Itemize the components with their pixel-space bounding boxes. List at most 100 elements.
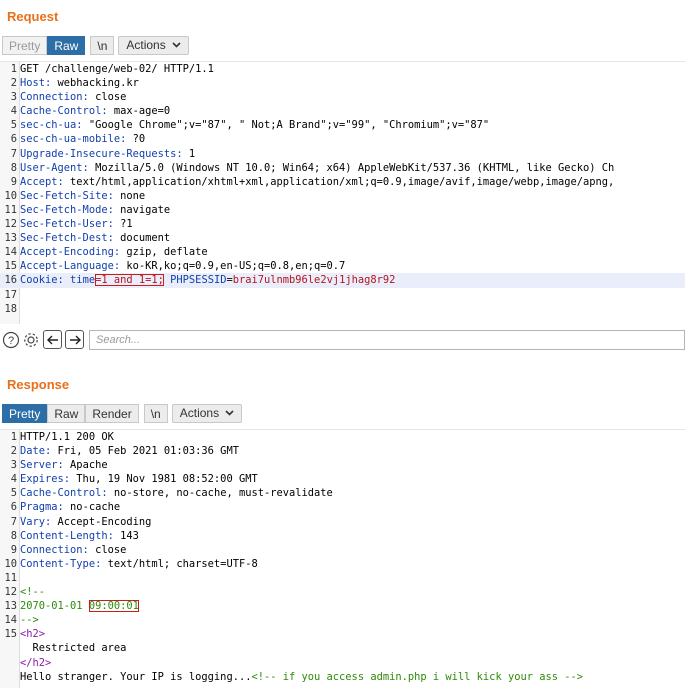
chevron-down-icon (172, 36, 181, 55)
code-token: text/html,application/xhtml+xml,applicat… (63, 175, 615, 188)
code-line[interactable]: 6 Pragma: no-cache (0, 500, 685, 514)
response-pretty-tab[interactable]: Pretty (2, 404, 48, 423)
line-number: 8 (10, 161, 17, 174)
code-token: <h2> (20, 628, 46, 641)
code-line[interactable]: 9 Accept: text/html,application/xhtml+xml… (0, 175, 685, 189)
code-line[interactable]: 8 User-Agent: Mozilla/5.0 (Windows NT 10.… (0, 161, 685, 175)
code-token: webhacking.kr (51, 77, 139, 90)
code-line[interactable]: Hello stranger. Your IP is logging...<!-… (0, 670, 685, 684)
code-line[interactable]: 9 Connection: close (0, 543, 685, 557)
code-token: Cache-Control: (20, 487, 108, 500)
code-token: Mozilla/5.0 (Windows NT 10.0; Win64; x64… (88, 161, 615, 174)
code-line[interactable]: </h2> (0, 656, 685, 670)
line-number: 16 (4, 274, 17, 287)
next-arrow-icon[interactable] (65, 330, 84, 349)
request-pretty-tab[interactable]: Pretty (2, 36, 48, 55)
code-line[interactable]: 11 (0, 571, 685, 585)
code-token: close (88, 543, 127, 556)
code-token: close (88, 91, 127, 104)
code-line[interactable]: 6 sec-ch-ua-mobile: ?0 (0, 132, 685, 146)
code-line[interactable]: 12 Sec-Fetch-User: ?1 (0, 217, 685, 231)
code-line[interactable]: 2 Date: Fri, 05 Feb 2021 01:03:36 GMT (0, 444, 685, 458)
code-line[interactable]: 5 Cache-Control: no-store, no-cache, must… (0, 486, 685, 500)
line-number: 13 (4, 232, 17, 245)
highlighted-token: =1 and 1=1; (95, 274, 164, 287)
code-line[interactable]: 14 Accept-Encoding: gzip, deflate (0, 245, 685, 259)
response-actions-button[interactable]: Actions (171, 404, 243, 423)
code-line[interactable]: 3 Connection: close (0, 90, 685, 104)
previous-arrow-icon[interactable] (43, 330, 62, 349)
line-number: 10 (4, 557, 17, 570)
line-number: 17 (4, 288, 17, 301)
line-number: 9 (10, 543, 17, 556)
code-token: Fri, 05 Feb 2021 01:03:36 GMT (51, 445, 239, 458)
code-token: ?1 (113, 218, 133, 231)
svg-text:?: ? (7, 335, 13, 347)
code-token: Apache (63, 459, 108, 472)
code-line[interactable]: 18 (0, 302, 685, 316)
code-token: time (63, 274, 96, 287)
code-token: Restricted area (20, 642, 127, 655)
request-newline-toggle[interactable]: \n (90, 36, 115, 55)
code-line[interactable]: 1 GET /challenge/web-02/ HTTP/1.1 (0, 62, 685, 76)
code-token: document (113, 232, 171, 245)
code-line[interactable]: 8 Content-Length: 143 (0, 529, 685, 543)
code-line[interactable]: 13 2070-01-01 09:00:01 (0, 599, 685, 613)
code-token: --> (20, 614, 39, 627)
line-number: 1 (10, 63, 17, 75)
code-line[interactable]: 16 Cookie: time=1 and 1=1; PHPSESSID=brai… (0, 273, 685, 288)
code-line[interactable]: 7 Upgrade-Insecure-Requests: 1 (0, 147, 685, 161)
code-line[interactable]: 11 Sec-Fetch-Mode: navigate (0, 203, 685, 217)
line-number: 15 (4, 260, 17, 273)
code-line[interactable]: 14 --> (0, 613, 685, 627)
response-editor[interactable]: 1 HTTP/1.1 200 OK 2 Date: Fri, 05 Feb 2021 … (0, 429, 685, 688)
code-line[interactable]: 15 <h2> (0, 627, 685, 641)
code-token: sec-ch-ua-mobile: (20, 133, 127, 146)
help-icon[interactable]: ? (1, 330, 20, 349)
code-line[interactable]: 4 Expires: Thu, 19 Nov 1981 08:52:00 GMT (0, 472, 685, 486)
code-token: Connection: (20, 543, 89, 556)
code-token: Vary: (20, 515, 52, 528)
code-line[interactable]: 3 Server: Apache (0, 458, 685, 472)
code-token: Thu, 19 Nov 1981 08:52:00 GMT (70, 473, 258, 486)
code-token: ko-KR,ko;q=0.9,en-US;q=0.8,en;q=0.7 (120, 260, 346, 273)
line-number: 7 (10, 515, 17, 528)
code-token: sec-ch-ua: (20, 119, 83, 132)
code-line[interactable]: 1 HTTP/1.1 200 OK (0, 430, 685, 444)
request-editor[interactable]: 1 GET /challenge/web-02/ HTTP/1.1 2 Host: w… (0, 61, 685, 324)
code-line[interactable]: 15 Accept-Language: ko-KR,ko;q=0.9,en-US;… (0, 259, 685, 273)
code-line[interactable]: Restricted area (0, 641, 685, 655)
code-token: <!-- if you access admin.php i will kick… (251, 670, 584, 683)
line-number: 4 (10, 105, 17, 118)
response-raw-tab[interactable]: Raw (47, 404, 86, 423)
code-line[interactable]: 7 Vary: Accept-Encoding (0, 515, 685, 529)
code-line[interactable]: 10 Content-Type: text/html; charset=UTF-8 (0, 557, 685, 571)
code-token: Accept-Encoding: (20, 246, 121, 259)
code-token: Content-Length: (20, 529, 114, 542)
code-token: max-age=0 (107, 105, 171, 118)
request-search-bar: ? (0, 327, 685, 352)
code-line[interactable]: 17 (0, 288, 685, 302)
request-raw-tab[interactable]: Raw (47, 36, 86, 55)
code-line[interactable]: 10 Sec-Fetch-Site: none (0, 189, 685, 203)
gear-icon[interactable] (21, 330, 40, 349)
code-token: Sec-Fetch-User: (20, 218, 114, 231)
response-newline-toggle[interactable]: \n (143, 404, 168, 423)
code-token: </h2> (20, 656, 52, 669)
request-title: Request (7, 9, 59, 24)
code-token: navigate (113, 203, 171, 216)
response-render-tab[interactable]: Render (85, 404, 139, 423)
line-number: 12 (4, 586, 17, 599)
code-line[interactable]: 5 sec-ch-ua: "Google Chrome";v="87", " No… (0, 118, 685, 132)
request-actions-label: Actions (126, 38, 166, 52)
code-line[interactable]: 2 Host: webhacking.kr (0, 76, 685, 90)
response-actions-label: Actions (179, 406, 220, 420)
code-line[interactable]: 4 Cache-Control: max-age=0 (0, 104, 685, 118)
line-number: 6 (10, 133, 17, 146)
code-line[interactable]: 12 <!-- (0, 585, 685, 599)
code-line[interactable]: 13 Sec-Fetch-Dest: document (0, 231, 685, 245)
search-input[interactable] (89, 329, 685, 350)
line-number: 9 (10, 175, 17, 188)
request-actions-button[interactable]: Actions (118, 36, 189, 55)
request-toolbar: Pretty Raw \n Actions (2, 36, 189, 55)
